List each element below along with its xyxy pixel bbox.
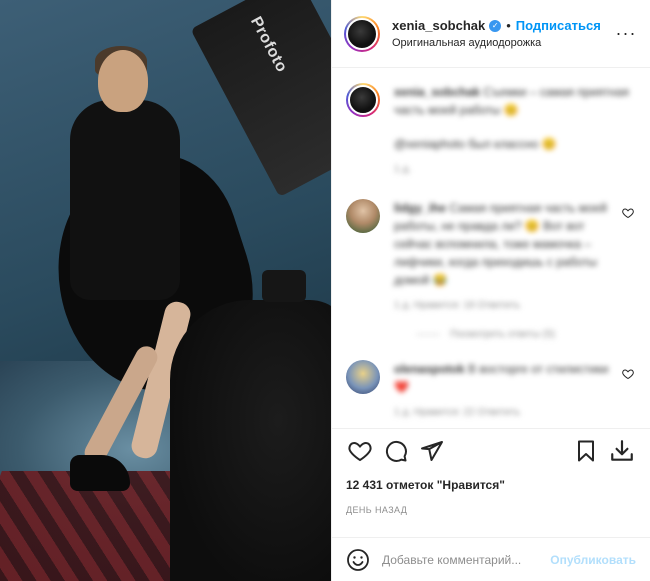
post-video[interactable]: Profoto	[0, 0, 331, 581]
post-timestamp[interactable]: ДЕНЬ НАЗАД	[346, 505, 407, 515]
comment-input[interactable]	[382, 552, 543, 567]
author-meta: xenia_sobchak ✓ • Подписаться Оригинальн…	[392, 18, 614, 49]
post-side-panel: xenia_sobchak ✓ • Подписаться Оригинальн…	[331, 0, 650, 581]
commenter-username[interactable]: olenaspotok	[394, 362, 465, 376]
publish-button[interactable]: Опубликовать	[550, 553, 636, 567]
comments-list[interactable]: xenia_sobchak Съемки – самая приятная ча…	[332, 69, 650, 428]
caption-time: 1 д.	[394, 164, 411, 175]
more-options-icon[interactable]: ···	[614, 23, 638, 44]
author-avatar[interactable]	[344, 15, 380, 52]
comment-composer: Опубликовать	[332, 537, 650, 581]
comment-icon[interactable]	[378, 433, 414, 469]
comment-meta: 1 д. Нравится: 22 Ответить	[394, 407, 521, 418]
action-bar	[332, 428, 650, 472]
author-username[interactable]: xenia_sobchak	[392, 18, 485, 33]
camera	[262, 270, 306, 302]
comment-meta: 1 д. Нравится: 18 Ответить	[394, 300, 521, 311]
photographer-silhouette	[170, 300, 331, 581]
comment-like-heart-icon[interactable]	[620, 207, 636, 315]
likes-count[interactable]: 12 431 отметок "Нравится"	[346, 478, 505, 492]
commenter-avatar[interactable]	[346, 199, 380, 233]
comment-item: olenaspotok В восторге от стилистики ❤️ …	[346, 360, 636, 422]
comment-item: lidgy_ihe Самая приятная часть моей рабо…	[346, 199, 636, 315]
model-body	[70, 100, 180, 300]
follow-button[interactable]: Подписаться	[516, 18, 601, 33]
audio-track-link[interactable]: Оригинальная аудиодорожка	[392, 37, 614, 49]
caption-username[interactable]: xenia_sobchak	[394, 85, 480, 99]
model-head	[98, 50, 148, 112]
commenter-username[interactable]: lidgy_ihe	[394, 201, 446, 215]
share-icon[interactable]	[414, 433, 450, 469]
bookmark-icon[interactable]	[568, 433, 604, 469]
commenter-avatar[interactable]	[346, 360, 380, 394]
heart-icon[interactable]	[342, 433, 378, 469]
verified-badge-icon: ✓	[489, 19, 502, 32]
emoji-icon[interactable]	[346, 548, 370, 572]
view-replies-link[interactable]: Посмотреть ответы (5)	[416, 329, 636, 340]
caption: xenia_sobchak Съемки – самая приятная ча…	[346, 83, 636, 179]
caption-avatar[interactable]	[346, 83, 380, 117]
post-modal: Profoto xenia_sobchak ✓ • Подписаться Ор…	[0, 0, 650, 581]
post-header: xenia_sobchak ✓ • Подписаться Оригинальн…	[332, 0, 650, 68]
comment-like-heart-icon[interactable]	[620, 368, 636, 422]
download-icon[interactable]	[604, 433, 640, 469]
caption-mention: @xeniaphoto был классно 😊	[394, 137, 557, 151]
separator-dot: •	[506, 18, 511, 33]
